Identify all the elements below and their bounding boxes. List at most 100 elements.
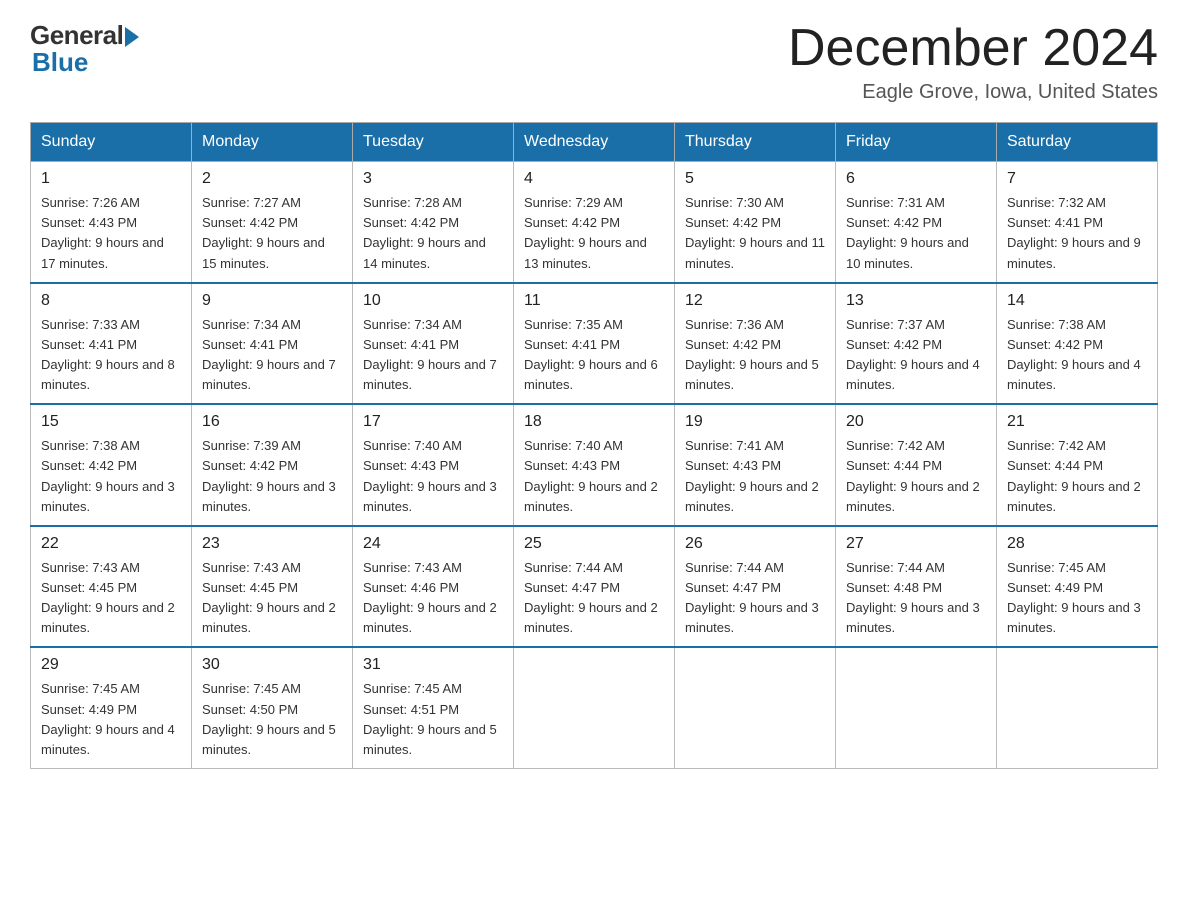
day-info: Sunrise: 7:34 AM Sunset: 4:41 PM Dayligh… <box>363 315 503 396</box>
day-number: 19 <box>685 413 825 431</box>
calendar-week-row: 29 Sunrise: 7:45 AM Sunset: 4:49 PM Dayl… <box>31 647 1158 768</box>
calendar-cell: 11 Sunrise: 7:35 AM Sunset: 4:41 PM Dayl… <box>514 283 675 405</box>
day-number: 9 <box>202 292 342 310</box>
page-header: General Blue December 2024 Eagle Grove, … <box>30 20 1158 104</box>
day-number: 4 <box>524 170 664 188</box>
calendar-cell: 17 Sunrise: 7:40 AM Sunset: 4:43 PM Dayl… <box>353 404 514 526</box>
day-number: 27 <box>846 535 986 553</box>
day-number: 29 <box>41 656 181 674</box>
calendar-week-row: 22 Sunrise: 7:43 AM Sunset: 4:45 PM Dayl… <box>31 526 1158 648</box>
day-info: Sunrise: 7:42 AM Sunset: 4:44 PM Dayligh… <box>1007 436 1147 517</box>
calendar-cell: 20 Sunrise: 7:42 AM Sunset: 4:44 PM Dayl… <box>836 404 997 526</box>
calendar-cell: 4 Sunrise: 7:29 AM Sunset: 4:42 PM Dayli… <box>514 162 675 283</box>
calendar-cell: 28 Sunrise: 7:45 AM Sunset: 4:49 PM Dayl… <box>997 526 1158 648</box>
day-number: 1 <box>41 170 181 188</box>
calendar-cell: 18 Sunrise: 7:40 AM Sunset: 4:43 PM Dayl… <box>514 404 675 526</box>
calendar-cell: 6 Sunrise: 7:31 AM Sunset: 4:42 PM Dayli… <box>836 162 997 283</box>
calendar-cell: 25 Sunrise: 7:44 AM Sunset: 4:47 PM Dayl… <box>514 526 675 648</box>
calendar-cell: 22 Sunrise: 7:43 AM Sunset: 4:45 PM Dayl… <box>31 526 192 648</box>
day-number: 10 <box>363 292 503 310</box>
day-header-thursday: Thursday <box>675 123 836 162</box>
calendar-week-row: 15 Sunrise: 7:38 AM Sunset: 4:42 PM Dayl… <box>31 404 1158 526</box>
day-number: 6 <box>846 170 986 188</box>
calendar-cell: 5 Sunrise: 7:30 AM Sunset: 4:42 PM Dayli… <box>675 162 836 283</box>
calendar-cell: 29 Sunrise: 7:45 AM Sunset: 4:49 PM Dayl… <box>31 647 192 768</box>
calendar-cell <box>514 647 675 768</box>
day-number: 23 <box>202 535 342 553</box>
location-title: Eagle Grove, Iowa, United States <box>788 81 1158 104</box>
calendar-week-row: 8 Sunrise: 7:33 AM Sunset: 4:41 PM Dayli… <box>31 283 1158 405</box>
day-info: Sunrise: 7:37 AM Sunset: 4:42 PM Dayligh… <box>846 315 986 396</box>
day-number: 14 <box>1007 292 1147 310</box>
day-info: Sunrise: 7:34 AM Sunset: 4:41 PM Dayligh… <box>202 315 342 396</box>
calendar-week-row: 1 Sunrise: 7:26 AM Sunset: 4:43 PM Dayli… <box>31 162 1158 283</box>
calendar-cell: 7 Sunrise: 7:32 AM Sunset: 4:41 PM Dayli… <box>997 162 1158 283</box>
day-number: 8 <box>41 292 181 310</box>
day-number: 28 <box>1007 535 1147 553</box>
day-number: 20 <box>846 413 986 431</box>
calendar-cell: 27 Sunrise: 7:44 AM Sunset: 4:48 PM Dayl… <box>836 526 997 648</box>
day-info: Sunrise: 7:26 AM Sunset: 4:43 PM Dayligh… <box>41 193 181 274</box>
day-info: Sunrise: 7:32 AM Sunset: 4:41 PM Dayligh… <box>1007 193 1147 274</box>
calendar-cell: 14 Sunrise: 7:38 AM Sunset: 4:42 PM Dayl… <box>997 283 1158 405</box>
day-number: 16 <box>202 413 342 431</box>
calendar-cell: 2 Sunrise: 7:27 AM Sunset: 4:42 PM Dayli… <box>192 162 353 283</box>
day-info: Sunrise: 7:43 AM Sunset: 4:46 PM Dayligh… <box>363 558 503 639</box>
calendar-cell <box>675 647 836 768</box>
day-info: Sunrise: 7:35 AM Sunset: 4:41 PM Dayligh… <box>524 315 664 396</box>
day-number: 30 <box>202 656 342 674</box>
day-info: Sunrise: 7:44 AM Sunset: 4:47 PM Dayligh… <box>524 558 664 639</box>
calendar-cell <box>997 647 1158 768</box>
calendar-cell: 30 Sunrise: 7:45 AM Sunset: 4:50 PM Dayl… <box>192 647 353 768</box>
calendar-cell <box>836 647 997 768</box>
day-number: 25 <box>524 535 664 553</box>
day-info: Sunrise: 7:44 AM Sunset: 4:47 PM Dayligh… <box>685 558 825 639</box>
calendar-cell: 26 Sunrise: 7:44 AM Sunset: 4:47 PM Dayl… <box>675 526 836 648</box>
day-number: 24 <box>363 535 503 553</box>
day-header-sunday: Sunday <box>31 123 192 162</box>
day-number: 2 <box>202 170 342 188</box>
calendar-cell: 10 Sunrise: 7:34 AM Sunset: 4:41 PM Dayl… <box>353 283 514 405</box>
logo-arrow-icon <box>125 27 139 47</box>
calendar-cell: 13 Sunrise: 7:37 AM Sunset: 4:42 PM Dayl… <box>836 283 997 405</box>
day-header-monday: Monday <box>192 123 353 162</box>
calendar-cell: 8 Sunrise: 7:33 AM Sunset: 4:41 PM Dayli… <box>31 283 192 405</box>
day-header-friday: Friday <box>836 123 997 162</box>
calendar-cell: 24 Sunrise: 7:43 AM Sunset: 4:46 PM Dayl… <box>353 526 514 648</box>
calendar-cell: 3 Sunrise: 7:28 AM Sunset: 4:42 PM Dayli… <box>353 162 514 283</box>
day-info: Sunrise: 7:44 AM Sunset: 4:48 PM Dayligh… <box>846 558 986 639</box>
title-area: December 2024 Eagle Grove, Iowa, United … <box>788 20 1158 104</box>
day-info: Sunrise: 7:43 AM Sunset: 4:45 PM Dayligh… <box>41 558 181 639</box>
calendar-table: SundayMondayTuesdayWednesdayThursdayFrid… <box>30 122 1158 769</box>
calendar-cell: 16 Sunrise: 7:39 AM Sunset: 4:42 PM Dayl… <box>192 404 353 526</box>
day-header-wednesday: Wednesday <box>514 123 675 162</box>
day-number: 13 <box>846 292 986 310</box>
day-info: Sunrise: 7:40 AM Sunset: 4:43 PM Dayligh… <box>524 436 664 517</box>
day-header-tuesday: Tuesday <box>353 123 514 162</box>
day-number: 15 <box>41 413 181 431</box>
day-info: Sunrise: 7:30 AM Sunset: 4:42 PM Dayligh… <box>685 193 825 274</box>
day-info: Sunrise: 7:45 AM Sunset: 4:49 PM Dayligh… <box>1007 558 1147 639</box>
day-info: Sunrise: 7:36 AM Sunset: 4:42 PM Dayligh… <box>685 315 825 396</box>
calendar-cell: 15 Sunrise: 7:38 AM Sunset: 4:42 PM Dayl… <box>31 404 192 526</box>
day-header-row: SundayMondayTuesdayWednesdayThursdayFrid… <box>31 123 1158 162</box>
calendar-cell: 9 Sunrise: 7:34 AM Sunset: 4:41 PM Dayli… <box>192 283 353 405</box>
calendar-cell: 31 Sunrise: 7:45 AM Sunset: 4:51 PM Dayl… <box>353 647 514 768</box>
day-number: 7 <box>1007 170 1147 188</box>
calendar-cell: 1 Sunrise: 7:26 AM Sunset: 4:43 PM Dayli… <box>31 162 192 283</box>
day-number: 22 <box>41 535 181 553</box>
day-number: 21 <box>1007 413 1147 431</box>
day-info: Sunrise: 7:38 AM Sunset: 4:42 PM Dayligh… <box>1007 315 1147 396</box>
logo-blue-text: Blue <box>32 47 88 78</box>
day-info: Sunrise: 7:40 AM Sunset: 4:43 PM Dayligh… <box>363 436 503 517</box>
calendar-cell: 12 Sunrise: 7:36 AM Sunset: 4:42 PM Dayl… <box>675 283 836 405</box>
day-number: 11 <box>524 292 664 310</box>
logo: General Blue <box>30 20 139 78</box>
day-info: Sunrise: 7:38 AM Sunset: 4:42 PM Dayligh… <box>41 436 181 517</box>
day-number: 31 <box>363 656 503 674</box>
day-info: Sunrise: 7:28 AM Sunset: 4:42 PM Dayligh… <box>363 193 503 274</box>
day-info: Sunrise: 7:43 AM Sunset: 4:45 PM Dayligh… <box>202 558 342 639</box>
day-info: Sunrise: 7:33 AM Sunset: 4:41 PM Dayligh… <box>41 315 181 396</box>
day-info: Sunrise: 7:31 AM Sunset: 4:42 PM Dayligh… <box>846 193 986 274</box>
day-info: Sunrise: 7:45 AM Sunset: 4:51 PM Dayligh… <box>363 679 503 760</box>
